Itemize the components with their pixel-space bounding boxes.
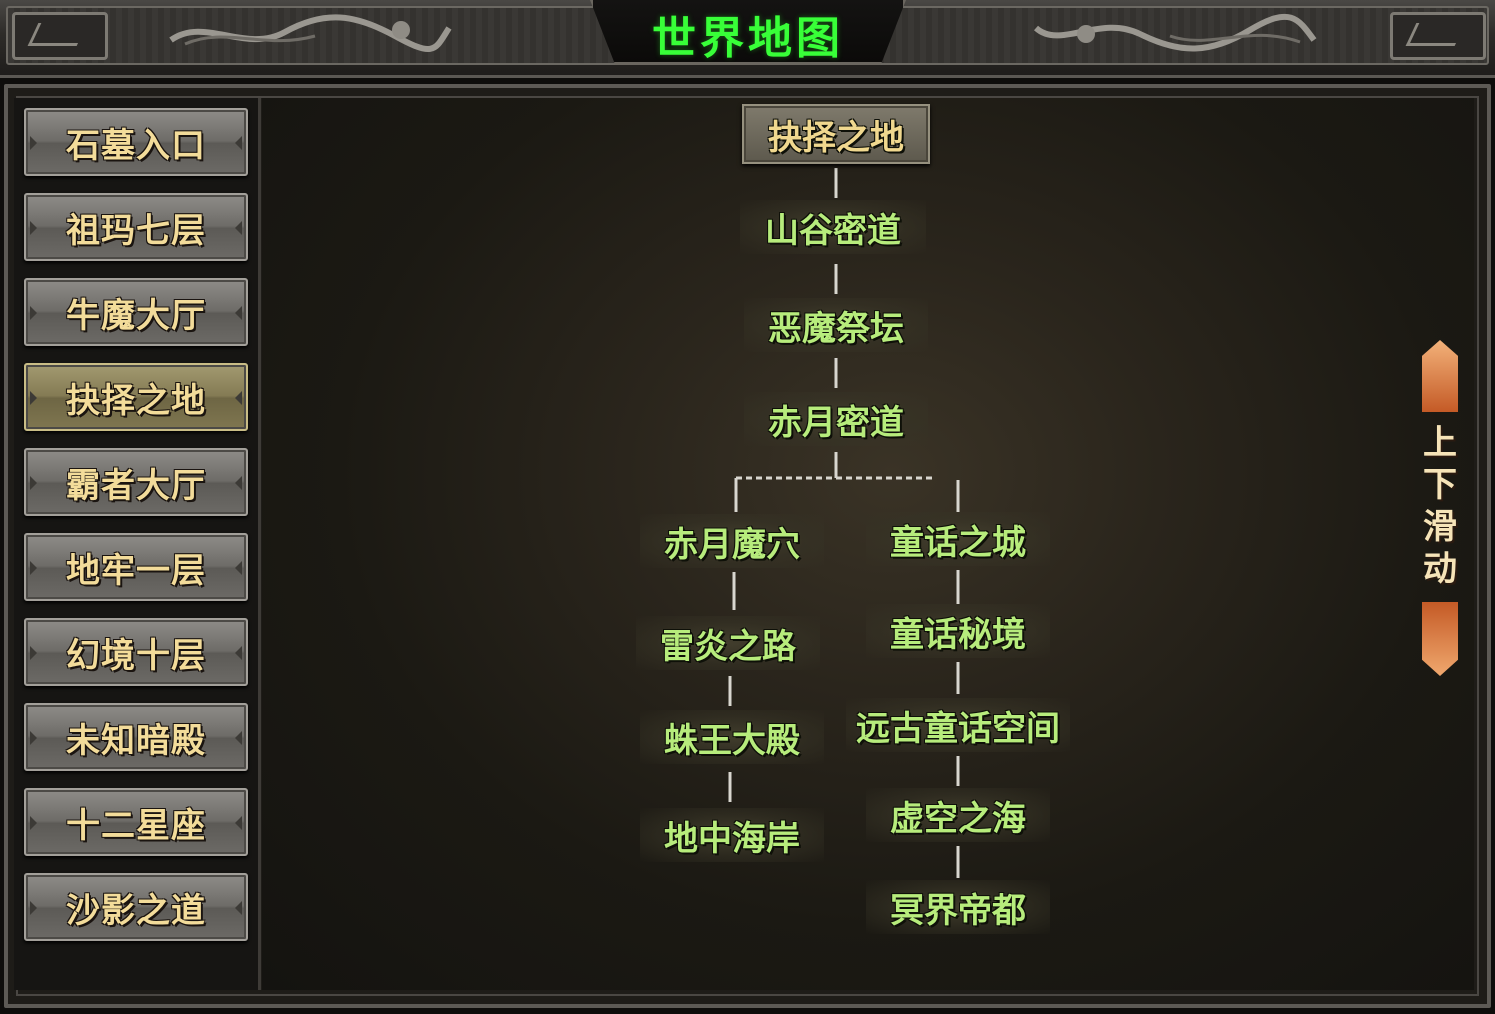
arrow-up-icon[interactable]	[1422, 340, 1458, 412]
map-node-label: 雷炎之路	[660, 626, 796, 667]
map-node-label: 赤月魔穴	[664, 524, 800, 565]
chevron-left-icon	[30, 136, 37, 150]
map-node-label: 赤月密道	[768, 402, 904, 443]
sidebar-item-3-active[interactable]: 抉择之地	[24, 363, 248, 431]
map-node-left-1[interactable]: 雷炎之路	[636, 616, 820, 670]
map-node-trunk-0[interactable]: 山谷密道	[740, 200, 926, 254]
scroll-indicator[interactable]: 上 下 滑 动	[1420, 340, 1460, 680]
map-node-trunk-1[interactable]: 恶魔祭坛	[744, 298, 928, 352]
scroll-hint-char: 滑	[1423, 507, 1457, 547]
scroll-hint-label: 上 下 滑 动	[1420, 422, 1460, 590]
chevron-left-icon	[30, 646, 37, 660]
sidebar-item-label: 地牢一层	[66, 550, 206, 591]
sidebar-item-6[interactable]: 幻境十层	[24, 618, 248, 686]
map-node-label: 抉择之地	[768, 117, 904, 158]
chevron-right-icon	[235, 901, 242, 915]
sidebar-item-0[interactable]: 石墓入口	[24, 108, 248, 176]
chevron-left-icon	[30, 221, 37, 235]
corner-ornament-left	[12, 12, 108, 60]
sidebar-item-label: 沙影之道	[66, 890, 206, 931]
title-plate: 世界地图	[590, 0, 906, 65]
dragon-ornament-right-icon	[1033, 13, 1317, 52]
chevron-left-icon	[30, 391, 37, 405]
sidebar-item-8[interactable]: 十二星座	[24, 788, 248, 856]
map-node-label: 童话之城	[890, 522, 1026, 563]
map-node-right-1[interactable]: 童话秘境	[866, 604, 1050, 658]
chevron-right-icon	[235, 731, 242, 745]
sidebar-item-label: 抉择之地	[66, 380, 206, 421]
chevron-left-icon	[30, 731, 37, 745]
dragon-ornament-left-icon	[169, 14, 452, 52]
chevron-right-icon	[235, 816, 242, 830]
map-node-label: 虚空之海	[890, 798, 1026, 839]
arrow-down-icon[interactable]	[1422, 602, 1458, 676]
sidebar-item-label: 幻境十层	[66, 635, 206, 676]
sidebar-item-5[interactable]: 地牢一层	[24, 533, 248, 601]
map-node-right-4[interactable]: 冥界帝都	[866, 880, 1050, 934]
map-node-left-0[interactable]: 赤月魔穴	[640, 514, 824, 568]
scroll-hint-char: 下	[1423, 465, 1457, 505]
sidebar-item-label: 未知暗殿	[66, 720, 206, 761]
sidebar-item-1[interactable]: 祖玛七层	[24, 193, 248, 261]
map-node-label: 地中海岸	[664, 818, 800, 859]
map-node-label: 冥界帝都	[890, 890, 1026, 931]
scroll-hint-char: 动	[1423, 549, 1457, 589]
map-node-right-3[interactable]: 虚空之海	[866, 788, 1050, 842]
sidebar-item-4[interactable]: 霸者大厅	[24, 448, 248, 516]
chevron-left-icon	[30, 561, 37, 575]
chevron-right-icon	[235, 221, 242, 235]
scroll-hint-char: 上	[1423, 423, 1457, 463]
map-node-right-2[interactable]: 远古童话空间	[846, 698, 1070, 752]
title-bar: 世界地图	[0, 0, 1495, 78]
map-node-root[interactable]: 抉择之地	[742, 104, 930, 164]
map-node-label: 童话秘境	[890, 614, 1026, 655]
sidebar-item-label: 霸者大厅	[66, 465, 206, 506]
sidebar-item-7[interactable]: 未知暗殿	[24, 703, 248, 771]
map-node-label: 恶魔祭坛	[768, 308, 904, 349]
map-node-trunk-2[interactable]: 赤月密道	[744, 392, 928, 446]
chevron-right-icon	[235, 561, 242, 575]
map-node-left-2[interactable]: 蛛王大殿	[640, 710, 824, 764]
window-title: 世界地图	[652, 13, 844, 64]
chevron-right-icon	[235, 306, 242, 320]
sidebar: 石墓入口 祖玛七层 牛魔大厅 抉择之地 霸者大厅 地牢一层 幻境十层 未知暗殿	[14, 98, 261, 990]
sidebar-item-label: 石墓入口	[66, 125, 206, 166]
map-node-left-3[interactable]: 地中海岸	[640, 808, 824, 862]
sidebar-item-label: 祖玛七层	[66, 210, 206, 251]
corner-ornament-right	[1390, 12, 1486, 60]
chevron-left-icon	[30, 901, 37, 915]
chevron-right-icon	[235, 476, 242, 490]
chevron-right-icon	[235, 646, 242, 660]
map-node-label: 远古童话空间	[856, 708, 1060, 749]
chevron-left-icon	[30, 476, 37, 490]
chevron-right-icon	[235, 391, 242, 405]
chevron-right-icon	[235, 136, 242, 150]
sidebar-item-2[interactable]: 牛魔大厅	[24, 278, 248, 346]
chevron-left-icon	[30, 306, 37, 320]
map-node-label: 山谷密道	[765, 210, 901, 251]
map-node-label: 蛛王大殿	[664, 720, 800, 761]
sidebar-item-9[interactable]: 沙影之道	[24, 873, 248, 941]
sidebar-item-label: 牛魔大厅	[66, 295, 206, 336]
map-node-right-0[interactable]: 童话之城	[866, 512, 1050, 566]
chevron-left-icon	[30, 816, 37, 830]
sidebar-item-label: 十二星座	[66, 805, 206, 846]
